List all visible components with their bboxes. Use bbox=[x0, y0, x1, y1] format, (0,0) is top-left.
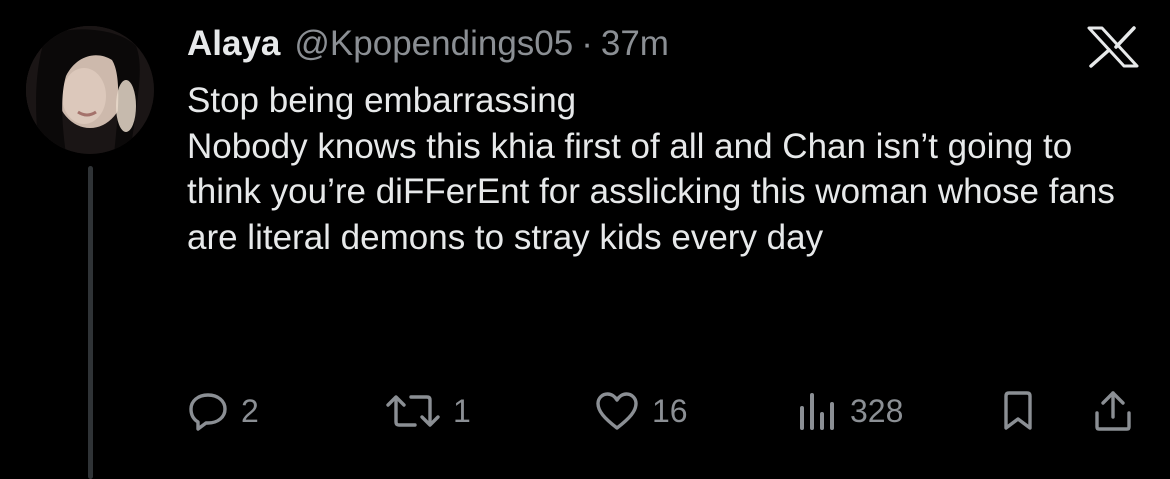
repost-count: 1 bbox=[453, 392, 471, 429]
action-bar: 2 1 16 328 bbox=[187, 386, 1147, 436]
repost-button[interactable]: 1 bbox=[385, 386, 471, 436]
bookmark-button[interactable] bbox=[998, 386, 1038, 436]
reply-count: 2 bbox=[241, 392, 259, 429]
avatar[interactable] bbox=[26, 26, 154, 154]
share-button[interactable] bbox=[1092, 386, 1134, 436]
post-text-line-1: Stop being embarrassing bbox=[187, 81, 577, 120]
like-button[interactable]: 16 bbox=[594, 386, 688, 436]
views-icon bbox=[800, 393, 834, 430]
reply-icon bbox=[189, 393, 227, 431]
avatar-photo bbox=[26, 26, 154, 154]
bookmark-icon bbox=[1004, 391, 1032, 430]
post-text-line-2: Nobody knows this khia first of all and … bbox=[187, 126, 1115, 257]
author-name[interactable]: Alaya bbox=[187, 24, 280, 64]
separator-dot: · bbox=[581, 24, 593, 63]
post-text: Stop being embarrassing Nobody knows thi… bbox=[187, 78, 1147, 260]
timestamp[interactable]: 37m bbox=[601, 24, 669, 64]
reply-button[interactable]: 2 bbox=[187, 386, 259, 436]
repost-icon bbox=[386, 395, 440, 427]
like-count: 16 bbox=[652, 392, 688, 429]
post-header: Alaya @Kpopendings05 · 37m bbox=[187, 20, 669, 68]
thread-line bbox=[88, 166, 93, 479]
share-icon bbox=[1095, 391, 1131, 431]
views-button[interactable]: 328 bbox=[798, 386, 903, 436]
heart-icon bbox=[596, 392, 638, 430]
views-count: 328 bbox=[850, 392, 904, 429]
x-logo-icon bbox=[1087, 26, 1139, 68]
author-handle[interactable]: @Kpopendings05 bbox=[294, 24, 573, 64]
